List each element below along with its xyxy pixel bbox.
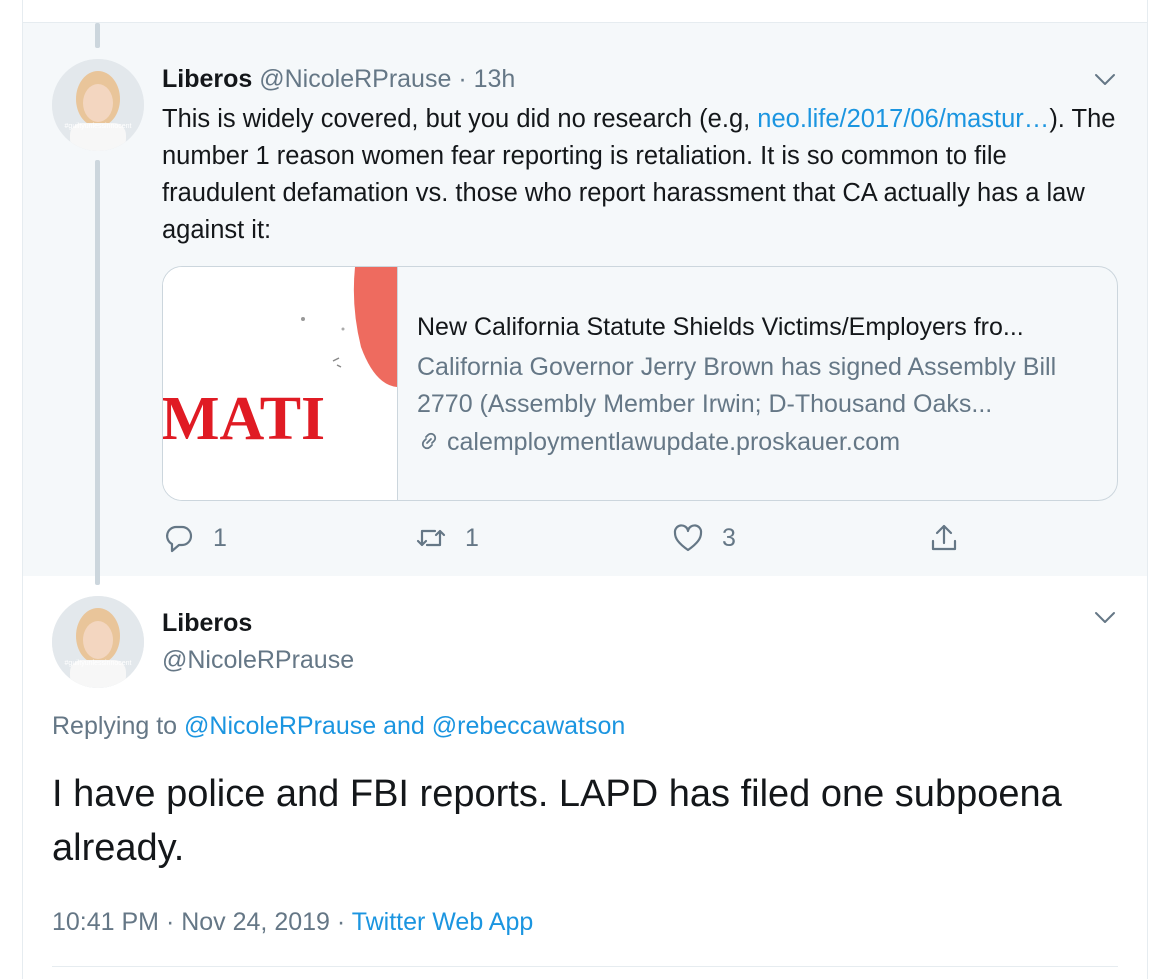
tweet-text-part: This is widely covered, but you did no r… [162, 105, 758, 133]
replying-and: and [376, 712, 432, 740]
replying-label: Replying to [52, 712, 185, 740]
link-icon [417, 428, 441, 462]
like-icon [673, 524, 703, 552]
avatar-overlay-text: #guiltyunlessinnocent [65, 123, 132, 130]
like-button[interactable]: 3 [672, 522, 736, 554]
mention-link[interactable]: @NicoleRPrause [184, 712, 376, 740]
chevron-down-icon[interactable] [1092, 604, 1118, 630]
author-handle[interactable]: @NicoleRPrause [162, 643, 354, 677]
tweet-header: Liberos @NicoleRPrause · 13h [162, 63, 515, 95]
meta-separator: · [329, 908, 352, 936]
retweet-icon [416, 529, 446, 547]
thread-line [95, 23, 100, 48]
like-count: 3 [722, 523, 736, 552]
share-icon [931, 524, 957, 551]
link-card[interactable]: MATI New California Statute Shields Vict… [162, 266, 1118, 501]
retweet-count: 1 [465, 523, 479, 552]
avatar[interactable]: #guiltyunlessinnocent [52, 59, 144, 151]
avatar-overlay-text: #guiltyunlessinnocent [65, 660, 132, 667]
reply-icon [166, 525, 193, 553]
author-name[interactable]: Liberos [162, 65, 252, 93]
author-handle[interactable]: @NicoleRPrause [259, 65, 451, 93]
tweet-text: This is widely covered, but you did no r… [162, 101, 1122, 249]
divider [52, 966, 1118, 967]
tweet-text: I have police and FBI reports. LAPD has … [52, 773, 1062, 869]
card-domain: calemploymentlawupdate.proskauer.com [417, 425, 900, 462]
author-name[interactable]: Liberos [162, 606, 252, 640]
tweet-link[interactable]: neo.life/2017/06/mastur… [757, 105, 1049, 133]
tweet-time[interactable]: 13h [474, 65, 516, 93]
mention-link[interactable]: @rebeccawatson [432, 712, 626, 740]
thread-line [95, 160, 100, 585]
reply-button[interactable]: 1 [163, 522, 227, 554]
avatar[interactable]: #guiltyunlessinnocent [52, 596, 144, 688]
chevron-down-icon[interactable] [1092, 66, 1118, 92]
card-title: New California Statute Shields Victims/E… [417, 313, 1024, 341]
replying-to: Replying to @NicoleRPrause and @rebeccaw… [52, 709, 625, 743]
card-image-text: MATI [163, 385, 325, 453]
retweet-button[interactable]: 1 [415, 522, 479, 554]
card-domain-text: calemploymentlawupdate.proskauer.com [447, 428, 901, 456]
tweet-source[interactable]: Twitter Web App [352, 908, 534, 936]
tweet-timestamp[interactable]: 10:41 PM · Nov 24, 2019 [52, 908, 330, 936]
reply-count: 1 [213, 523, 227, 552]
share-button[interactable] [928, 522, 978, 554]
card-description: California Governor Jerry Brown has sign… [417, 353, 1057, 418]
card-image: MATI [163, 267, 398, 500]
tweet-meta: 10:41 PM · Nov 24, 2019 · Twitter Web Ap… [52, 905, 533, 939]
separator: · [458, 65, 467, 93]
